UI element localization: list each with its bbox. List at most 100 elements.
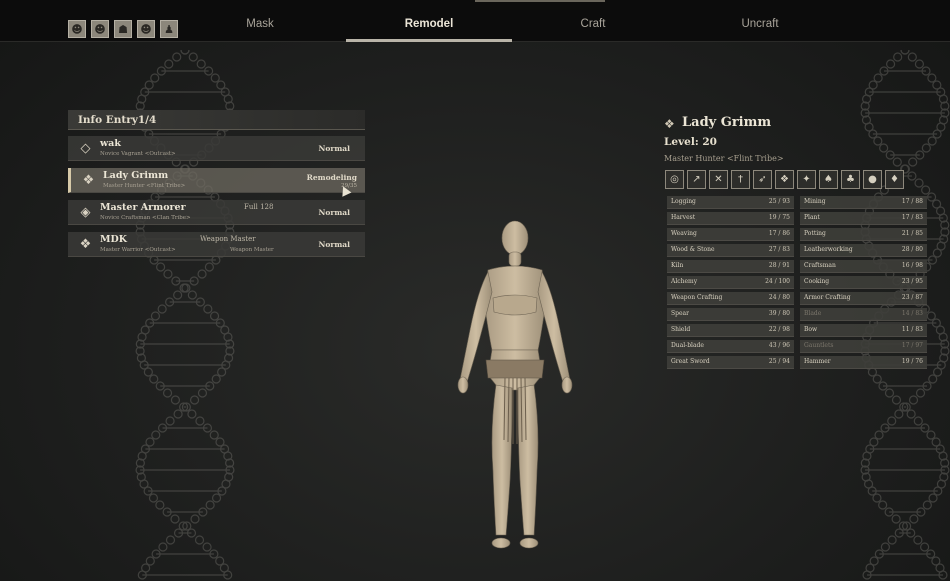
skill-value: 22 / 98	[768, 326, 790, 333]
entry-subtitle: Novice Craftsman <Clan Tribe>	[100, 215, 191, 221]
skill-value: 17 / 86	[768, 230, 790, 237]
skill-value: 16 / 98	[901, 262, 923, 269]
entry-subtitle: Novice Vagrant <Outcast>	[100, 151, 176, 157]
skill-value: 43 / 96	[768, 342, 790, 349]
info-panel-title: Info Entry1/4	[78, 114, 157, 126]
list-item-character[interactable]: ❖ MDK Weapon Master Master Warrior <Outc…	[68, 232, 365, 257]
skill-value: 25 / 94	[768, 358, 790, 365]
mode-tabs: Mask Remodel Craft Uncraft	[0, 0, 950, 42]
cloak-icon[interactable]: ♠	[819, 170, 838, 189]
skill-row: Gauntlets 17 / 97	[800, 340, 927, 353]
entry-name: MDK	[100, 234, 128, 245]
entry-extra: Weapon Master	[200, 235, 256, 243]
skill-row: Harvest 19 / 75	[667, 212, 794, 225]
character-name: Lady Grimm	[682, 115, 772, 130]
skill-row: Great Sword 25 / 94	[667, 356, 794, 369]
skill-name: Wood & Stone	[671, 246, 715, 253]
skill-row: Alchemy 24 / 100	[667, 276, 794, 289]
character-model[interactable]	[430, 200, 600, 560]
flame-icon[interactable]: ♦	[885, 170, 904, 189]
skill-value: 28 / 91	[768, 262, 790, 269]
skill-value: 14 / 83	[901, 310, 923, 317]
skill-name: Armor Crafting	[804, 294, 851, 301]
skill-row: Armor Crafting 23 / 87	[800, 292, 927, 305]
skill-row: Craftsman 16 / 98	[800, 260, 927, 273]
skill-value: 39 / 80	[768, 310, 790, 317]
entry-status: Normal	[318, 240, 350, 249]
skills-table: Logging 25 / 93 Mining 17 / 88 Harvest 19 / 7…	[667, 196, 927, 369]
crest-icon[interactable]: ✦	[797, 170, 816, 189]
skill-name: Shield	[671, 326, 691, 333]
skill-name: Kiln	[671, 262, 684, 269]
crossed-swords-icon[interactable]: ✕	[709, 170, 728, 189]
list-item-character[interactable]: ◈ Master Armorer Full 128 Novice Craftsm…	[68, 200, 365, 225]
skill-name: Alchemy	[671, 278, 698, 285]
entry-name: wak	[100, 138, 121, 149]
skill-value: 24 / 100	[765, 278, 790, 285]
skill-value: 11 / 83	[901, 326, 923, 333]
diamond-dot-icon: ◈	[80, 205, 91, 220]
list-item-character[interactable]: ❖ Lady Grimm Master Hunter <Flint Tribe>…	[68, 168, 365, 193]
skill-name: Dual-blade	[671, 342, 704, 349]
skill-name: Mining	[804, 198, 826, 205]
skill-row: Cooking 23 / 95	[800, 276, 927, 289]
skill-value: 21 / 85	[901, 230, 923, 237]
skill-value: 28 / 80	[901, 246, 923, 253]
skill-row: Leatherworking 28 / 80	[800, 244, 927, 257]
tree-icon[interactable]: ♣	[841, 170, 860, 189]
skill-row: Wood & Stone 27 / 83	[667, 244, 794, 257]
character-level: Level: 20	[664, 136, 717, 148]
skill-row: Shield 22 / 98	[667, 324, 794, 337]
crest-icon: ❖	[82, 173, 95, 188]
skill-value: 17 / 97	[901, 342, 923, 349]
tab-craft[interactable]: Craft	[510, 18, 676, 30]
skill-name: Harvest	[671, 214, 696, 221]
skill-icon-bar: ◎ ↗ ✕ † ➶ ❖ ✦ ♠ ♣ ● ♦	[665, 170, 904, 189]
entry-subtitle-secondary: Weapon Master	[230, 247, 274, 253]
active-tab-indicator	[346, 39, 512, 42]
entry-name: Master Armorer	[100, 202, 186, 213]
skill-value: 19 / 76	[901, 358, 923, 365]
skill-name: Hammer	[804, 358, 831, 365]
bow-icon[interactable]: ➶	[753, 170, 772, 189]
info-panel-header: Info Entry1/4	[68, 110, 365, 130]
skill-value: 24 / 80	[768, 294, 790, 301]
skill-name: Plant	[804, 214, 820, 221]
tab-mask[interactable]: Mask	[177, 18, 343, 30]
skill-row: Hammer 19 / 76	[800, 356, 927, 369]
skill-value: 25 / 93	[768, 198, 790, 205]
skill-name: Weapon Crafting	[671, 294, 723, 301]
crest-icon: ❖	[79, 237, 92, 252]
entry-subtitle: Master Hunter <Flint Tribe>	[103, 183, 186, 189]
character-rank: Master Hunter <Flint Tribe>	[664, 154, 784, 163]
skill-name: Logging	[671, 198, 696, 205]
entry-status: Remodeling 29/35	[307, 173, 357, 189]
head-icon[interactable]: ●	[863, 170, 882, 189]
skill-name: Spear	[671, 310, 689, 317]
crest-icon: ❖	[664, 117, 675, 131]
entry-subtitle: Master Warrior <Outcast>	[100, 247, 176, 253]
skill-row: Kiln 28 / 91	[667, 260, 794, 273]
axe-icon[interactable]: ↗	[687, 170, 706, 189]
dagger-icon[interactable]: †	[731, 170, 750, 189]
skill-row: Plant 17 / 83	[800, 212, 927, 225]
ring-icon[interactable]: ◎	[665, 170, 684, 189]
skill-row: Logging 25 / 93	[667, 196, 794, 209]
tab-uncraft[interactable]: Uncraft	[677, 18, 843, 30]
skill-value: 23 / 87	[901, 294, 923, 301]
skill-value: 17 / 83	[901, 214, 923, 221]
entry-status: Normal	[318, 208, 350, 217]
skill-name: Craftsman	[804, 262, 836, 269]
skill-row: Mining 17 / 88	[800, 196, 927, 209]
skill-row: Blade 14 / 83	[800, 308, 927, 321]
skill-name: Cooking	[804, 278, 830, 285]
crest-icon[interactable]: ❖	[775, 170, 794, 189]
tab-remodel[interactable]: Remodel	[346, 18, 512, 30]
list-item-character[interactable]: ◇ wak Novice Vagrant <Outcast> Normal	[68, 136, 365, 161]
skill-row: Weaving 17 / 86	[667, 228, 794, 241]
skill-row: Dual-blade 43 / 96	[667, 340, 794, 353]
skill-value: 27 / 83	[768, 246, 790, 253]
skill-value: 23 / 95	[901, 278, 923, 285]
skill-row: Spear 39 / 80	[667, 308, 794, 321]
entry-status: Normal	[318, 144, 350, 153]
